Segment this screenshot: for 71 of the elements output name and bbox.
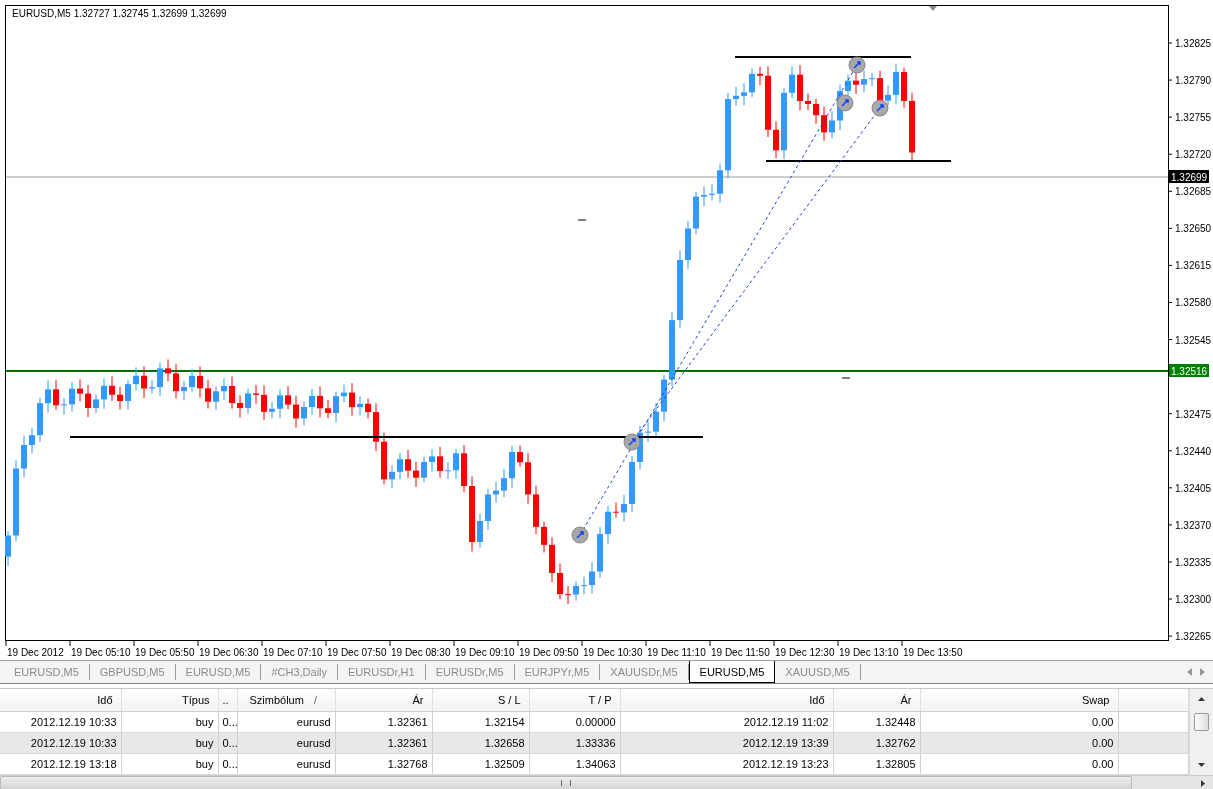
table-cell: 0.00 [920, 711, 1118, 733]
trade-marker-icon [871, 99, 889, 117]
price-label: 1.32615 [1175, 260, 1212, 272]
price-marker: 1.32516 [1169, 364, 1209, 377]
scroll-down-icon[interactable] [1197, 763, 1205, 767]
table-cell: 0.00 [920, 732, 1118, 754]
trade-marker-icon [848, 56, 866, 74]
trade-marker-icon [623, 433, 641, 451]
trade-marker-icon [836, 94, 854, 112]
column-header[interactable]: Ár [335, 689, 432, 712]
scroll-right-icon[interactable] [1201, 779, 1205, 787]
time-label: 19 Dec 07:50 [327, 647, 387, 658]
column-header[interactable]: Típus [121, 689, 218, 712]
scroll-left-icon[interactable] [1187, 668, 1192, 676]
time-label: 19 Dec 13:50 [903, 647, 963, 658]
column-header[interactable]: T / P [529, 689, 620, 712]
time-label: 19 Dec 11:10 [647, 647, 706, 658]
time-label: 19 Dec 05:50 [135, 647, 195, 658]
chart-header: EURUSD,M5 1.32727 1.32745 1.32699 1.32699 [12, 8, 227, 19]
price-label: 1.32545 [1175, 334, 1212, 346]
time-label: 19 Dec 09:10 [455, 647, 515, 658]
price-label: 1.32755 [1175, 112, 1212, 124]
column-header[interactable]: Idő [620, 689, 833, 712]
chart-tab[interactable]: EURUSD,M5 [688, 661, 776, 683]
scroll-marker-icon [929, 6, 937, 11]
time-label: 19 Dec 05:10 [71, 647, 131, 658]
column-header[interactable]: Szimbólum / [237, 689, 335, 712]
column-header[interactable]: Swap [920, 689, 1118, 712]
table-cell: 2012.12.19 11:02 [620, 711, 833, 733]
price-label: 1.32265 [1175, 631, 1212, 643]
price-label: 1.32440 [1175, 445, 1212, 457]
time-label: 19 Dec 13:10 [839, 647, 899, 658]
price-label: 1.32790 [1175, 75, 1212, 87]
table-cell: 2012.12.19 10:33 [0, 732, 121, 754]
time-label: 19 Dec 06:30 [199, 647, 259, 658]
column-header[interactable]: Idő [0, 689, 121, 712]
price-label: 1.32405 [1175, 482, 1212, 494]
scroll-up-icon[interactable] [1197, 697, 1205, 701]
price-label: 1.32685 [1175, 186, 1212, 198]
price-label: 1.32580 [1175, 297, 1212, 309]
time-label: 19 Dec 2012 [7, 647, 64, 658]
sort-indicator: / [313, 694, 317, 706]
column-header [1118, 689, 1188, 712]
time-label: 19 Dec 09:50 [519, 647, 579, 658]
vertical-scrollbar[interactable] [1188, 689, 1213, 775]
column-header[interactable]: .. [218, 689, 237, 712]
price-label: 1.32650 [1175, 223, 1212, 235]
price-marker: 1.32699 [1169, 170, 1209, 183]
price-label: 1.32825 [1175, 38, 1212, 49]
dash-mark [577, 219, 587, 221]
column-header[interactable]: S / L [432, 689, 529, 712]
price-label: 1.32300 [1175, 594, 1212, 606]
time-label: 19 Dec 08:30 [391, 647, 451, 658]
time-label: 19 Dec 10:30 [583, 647, 643, 658]
time-label: 19 Dec 12:30 [775, 647, 835, 658]
price-label: 1.32475 [1175, 408, 1212, 420]
grip-icon [561, 780, 571, 786]
trade-marker-icon [571, 526, 589, 544]
table-cell: 2012.12.19 13:18 [0, 753, 121, 775]
price-label: 1.32370 [1175, 519, 1212, 531]
scrollbar-thumb[interactable] [1193, 713, 1209, 731]
price-label: 1.32335 [1175, 557, 1212, 568]
table-cell: 2012.12.19 10:33 [0, 711, 121, 733]
price-label: 1.32720 [1175, 149, 1212, 161]
time-label: 19 Dec 11:50 [711, 647, 770, 658]
table-cell: 2012.12.19 13:23 [620, 753, 833, 775]
table-cell: 0.00 [920, 753, 1118, 775]
dash-mark [841, 377, 851, 379]
table-cell: 2012.12.19 13:39 [620, 732, 833, 754]
column-header[interactable]: Ár [833, 689, 920, 712]
time-label: 19 Dec 07:10 [263, 647, 323, 658]
